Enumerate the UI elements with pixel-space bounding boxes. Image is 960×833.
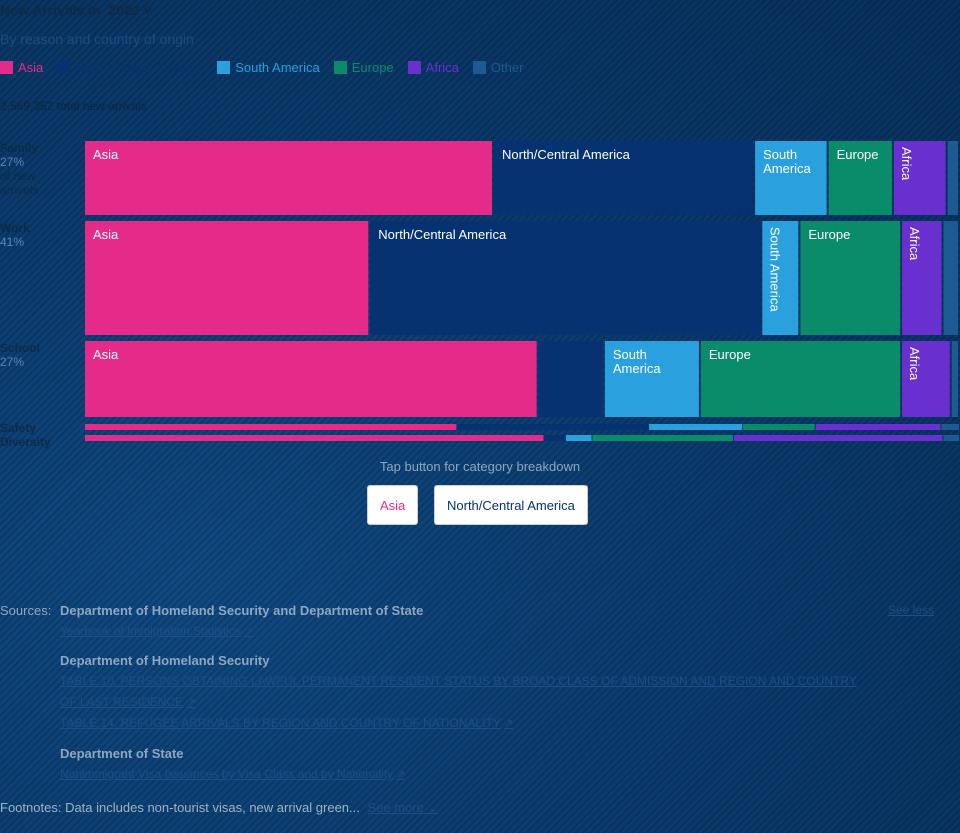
footnotes-label: Footnotes: — [0, 800, 62, 815]
bar-segment-family-other[interactable] — [947, 141, 958, 215]
source-link[interactable]: Nonimmigrant Visa Issuances by Visa Clas… — [60, 764, 405, 786]
chevron-down-icon: ⌄ — [427, 800, 439, 815]
bar-segment-work-asia[interactable] — [85, 221, 369, 335]
bar-segment-family-asia[interactable] — [85, 141, 492, 215]
bar-segment-school-asia[interactable] — [85, 341, 537, 417]
segment-label: North/Central America — [502, 147, 631, 162]
footnotes: Footnotes: Data includes non-tourist vis… — [0, 800, 438, 816]
segment-label: Europe — [837, 147, 879, 162]
external-link-icon: ↗ — [396, 769, 406, 781]
bar-segment-school-north-central-america[interactable] — [538, 341, 603, 417]
source-link[interactable]: OF LAST RESIDENCE ↗ — [60, 692, 195, 714]
bar-segment-diversity-north-central-america[interactable] — [544, 435, 565, 441]
bar-segment-work-other[interactable] — [943, 221, 959, 335]
tap-hint: Tap button for category breakdown — [379, 459, 581, 474]
segment-label: Europe — [709, 347, 751, 362]
marimekko-chart: Asia North/Central America South AmericaEur… — [85, 141, 959, 441]
external-link-icon: ↗ — [243, 626, 254, 638]
segment-label: Asia — [93, 347, 119, 362]
source-org: Department of Homeland Security and Depa… — [60, 603, 424, 618]
bar-segment-safety-other[interactable] — [941, 424, 959, 430]
bar-segment-diversity-south-america[interactable] — [566, 435, 592, 441]
external-link-icon: ↗ — [186, 697, 196, 709]
segment-label: Asia — [93, 147, 119, 162]
bar-segment-safety-south-america[interactable] — [649, 424, 743, 430]
north-central-america-breakdown-button[interactable]: North/Central America — [434, 485, 588, 525]
segment-label: Europe — [808, 227, 850, 242]
segment-label: Asia — [93, 227, 119, 242]
segment-label: Africa — [907, 347, 922, 381]
segment-label: North/Central America — [378, 227, 507, 242]
segment-label: South America — [767, 227, 782, 312]
footnotes-text: Data includes non-tourist visas, new arr… — [65, 800, 360, 815]
sources-label: Sources: — [0, 603, 52, 618]
sources: Sources: See less Department of Homeland… — [0, 600, 960, 790]
source-link[interactable]: TABLE 14. REFUGEE ARRIVALS BY REGION AND… — [60, 713, 513, 735]
see-less-link[interactable]: See less — [888, 600, 934, 621]
bar-segment-safety-africa[interactable] — [815, 424, 941, 430]
bar-segment-safety-europe[interactable] — [743, 424, 815, 430]
bar-segment-school-other[interactable] — [951, 341, 958, 417]
bar-segment-diversity-other[interactable] — [943, 435, 959, 441]
bar-segment-diversity-africa[interactable] — [734, 435, 943, 441]
segment-label: Africa — [899, 147, 914, 181]
source-link[interactable]: Yearbook of Immigration Statistics ↗ — [60, 621, 253, 643]
source-org: Department of State — [60, 746, 184, 761]
source-org: Department of Homeland Security — [60, 653, 270, 668]
bar-segment-diversity-europe[interactable] — [592, 435, 734, 441]
external-link-icon: ↗ — [503, 718, 513, 730]
see-more-link[interactable]: See more ⌄ — [368, 800, 439, 815]
bar-segment-safety-north-central-america[interactable] — [457, 424, 649, 430]
segment-label: Africa — [907, 227, 922, 261]
bar-segment-diversity-asia[interactable] — [85, 435, 544, 441]
source-link[interactable]: TABLE 10. PERSONS OBTAINING LAWFUL PERMA… — [60, 671, 857, 692]
asia-breakdown-button[interactable]: Asia — [367, 485, 419, 525]
bar-segment-safety-asia[interactable] — [85, 424, 457, 430]
